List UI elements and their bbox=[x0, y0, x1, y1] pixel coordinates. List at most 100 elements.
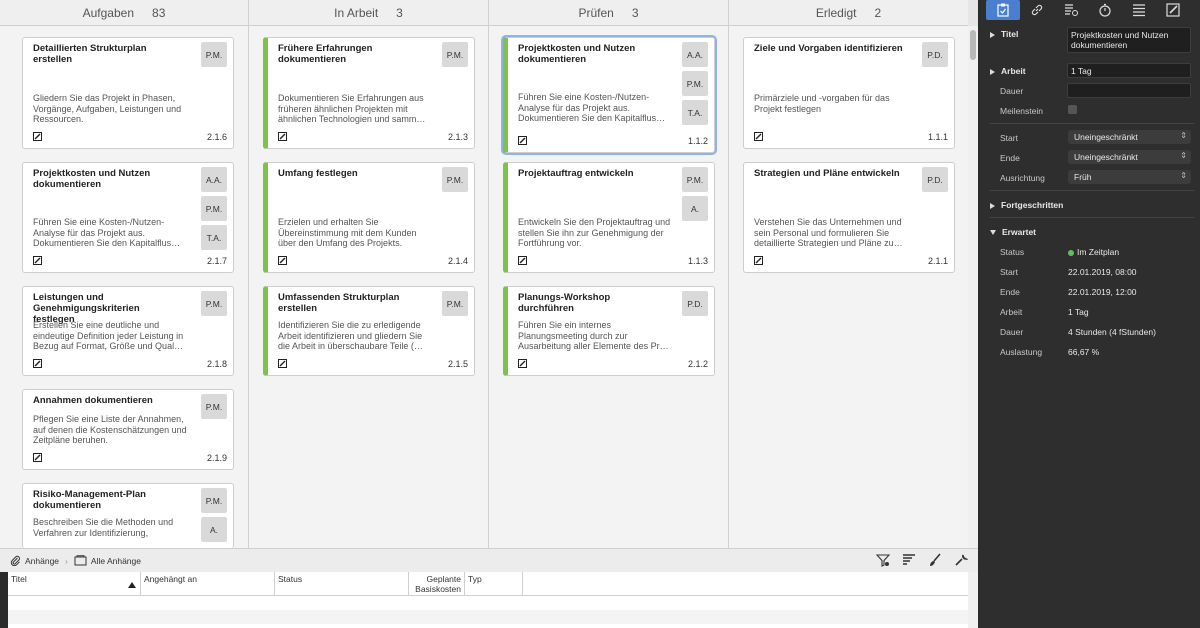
sort-icon[interactable] bbox=[902, 553, 916, 567]
note-icon[interactable] bbox=[278, 132, 287, 141]
column-header-in-arbeit[interactable]: In Arbeit 3 bbox=[249, 0, 488, 26]
table-header-status[interactable]: Status bbox=[275, 572, 409, 596]
header-label: Typ bbox=[468, 574, 482, 584]
resource-badge: P.M. bbox=[201, 196, 227, 221]
resource-badge: P.M. bbox=[682, 71, 708, 96]
task-card[interactable]: Umfassenden Strukturplan erstellen P.M. … bbox=[263, 286, 475, 376]
task-card[interactable]: Projektkosten und Nutzen dokumentieren A… bbox=[22, 162, 234, 273]
task-card[interactable]: Frühere Erfahrungen dokumentieren P.M. D… bbox=[263, 37, 475, 149]
header-label: Geplante Basiskosten bbox=[415, 574, 461, 594]
card-description: Verstehen Sie das Unternehmen und sein P… bbox=[754, 217, 903, 249]
milestone-label: Meilenstein bbox=[1000, 106, 1043, 116]
table-header-titel[interactable]: Titel bbox=[8, 572, 141, 596]
task-card[interactable]: Umfang festlegen P.M. Erzielen und erhal… bbox=[263, 162, 475, 273]
end-constraint-select[interactable]: Uneingeschränkt ⇕ bbox=[1068, 150, 1191, 164]
task-card[interactable]: Planungs-Workshop durchführen P.D. Führe… bbox=[503, 286, 715, 376]
task-card-selected[interactable]: Projektkosten und Nutzen dokumentieren A… bbox=[503, 37, 715, 153]
header-label: Angehängt an bbox=[144, 574, 197, 584]
resource-badge: A. bbox=[201, 517, 227, 542]
column-header-aufgaben[interactable]: Aufgaben 83 bbox=[0, 0, 248, 26]
resource-badge: P.M. bbox=[442, 167, 468, 192]
breadcrumb-attachments[interactable]: Anhänge bbox=[25, 556, 59, 566]
resource-badge: T.A. bbox=[201, 225, 227, 250]
card-description: Erzielen und erhalten Sie Übereinstimmun… bbox=[278, 217, 417, 249]
wbs-number: 1.1.3 bbox=[687, 256, 708, 266]
attachments-toolbar bbox=[876, 553, 968, 567]
alignment-select[interactable]: Früh ⇕ bbox=[1068, 170, 1191, 184]
duration-field[interactable] bbox=[1067, 83, 1191, 98]
note-icon[interactable] bbox=[33, 359, 42, 368]
section-titel[interactable]: Titel bbox=[990, 29, 1018, 39]
note-icon[interactable] bbox=[518, 359, 527, 368]
note-icon[interactable] bbox=[518, 256, 527, 265]
filter-icon[interactable] bbox=[876, 553, 890, 567]
note-icon[interactable] bbox=[278, 359, 287, 368]
wbs-number: 2.1.2 bbox=[687, 359, 708, 369]
card-description: Beschreiben Sie die Methoden und Verfahr… bbox=[33, 517, 174, 538]
brush-icon[interactable] bbox=[928, 553, 942, 567]
wbs-number: 2.1.3 bbox=[447, 132, 468, 142]
note-icon[interactable] bbox=[754, 132, 763, 141]
task-card[interactable]: Risiko-Management-Plan dokumentieren P.M… bbox=[22, 483, 234, 548]
resource-badge: P.D. bbox=[922, 167, 948, 192]
task-card[interactable]: Ziele und Vorgaben identifizieren P.D. P… bbox=[743, 37, 955, 149]
header-label: Titel bbox=[11, 574, 27, 584]
task-card[interactable]: Leistungen und Genehmigungskriterien fes… bbox=[22, 286, 234, 376]
task-card[interactable]: Detaillierten Strukturplan erstellen P.M… bbox=[22, 37, 234, 149]
resource-badge: P.D. bbox=[682, 291, 708, 316]
column-count: 83 bbox=[152, 5, 166, 20]
card-title: Projektkosten und Nutzen dokumentieren bbox=[518, 43, 636, 65]
select-value: Uneingeschränkt bbox=[1074, 132, 1138, 142]
milestone-checkbox[interactable] bbox=[1068, 105, 1077, 114]
link-inspector-tab[interactable] bbox=[1020, 0, 1054, 20]
table-row[interactable] bbox=[8, 596, 968, 610]
clipboard-check-icon bbox=[997, 3, 1009, 17]
title-field[interactable]: Projektkosten und Nutzen dokumentieren bbox=[1067, 27, 1191, 53]
work-field[interactable]: 1 Tag bbox=[1067, 63, 1191, 78]
divider bbox=[990, 217, 1194, 218]
table-header-empty bbox=[523, 572, 968, 596]
table-scrollbar[interactable] bbox=[968, 572, 978, 628]
column-header-pruefen[interactable]: Prüfen 3 bbox=[489, 0, 728, 26]
table-row[interactable] bbox=[8, 610, 968, 624]
expected-work-value: 1 Tag bbox=[1068, 307, 1089, 317]
attachments-bar: Anhänge › Alle Anhänge bbox=[0, 548, 978, 572]
column-header-erledigt[interactable]: Erledigt 2 bbox=[729, 0, 968, 26]
section-arbeit[interactable]: Arbeit bbox=[990, 66, 1026, 76]
kanban-board: Aufgaben 83 In Arbeit 3 Prüfen 3 Erledigt 2 … bbox=[0, 0, 978, 548]
table-header-geplante-basiskosten[interactable]: Geplante Basiskosten bbox=[409, 572, 465, 596]
task-card[interactable]: Projektauftrag entwickeln P.M. A. Entwic… bbox=[503, 162, 715, 273]
tracking-inspector-tab[interactable] bbox=[1088, 0, 1122, 20]
end-label: Ende bbox=[1000, 153, 1020, 163]
column-count: 2 bbox=[874, 5, 882, 20]
resource-inspector-tab[interactable] bbox=[1054, 0, 1088, 20]
note-icon[interactable] bbox=[33, 453, 42, 462]
card-title: Planungs-Workshop durchführen bbox=[518, 292, 611, 314]
wbs-number: 2.1.4 bbox=[447, 256, 468, 266]
table-header-typ[interactable]: Typ bbox=[465, 572, 523, 596]
breadcrumb-all-attachments[interactable]: Alle Anhänge bbox=[91, 556, 141, 566]
resource-badge: A. bbox=[682, 196, 708, 221]
task-inspector-tab[interactable] bbox=[986, 0, 1020, 20]
start-constraint-select[interactable]: Uneingeschränkt ⇕ bbox=[1068, 130, 1191, 144]
structure-inspector-tab[interactable] bbox=[1122, 0, 1156, 20]
task-card[interactable]: Annahmen dokumentieren P.M. Pflegen Sie … bbox=[22, 389, 234, 470]
card-description: Entwickeln Sie den Projektauftrag und st… bbox=[518, 217, 671, 249]
note-icon[interactable] bbox=[33, 132, 42, 141]
column-count: 3 bbox=[396, 5, 403, 20]
card-title: Ziele und Vorgaben identifizieren bbox=[754, 43, 903, 54]
scrollbar-thumb[interactable] bbox=[970, 30, 976, 60]
section-fortgeschritten[interactable]: Fortgeschritten bbox=[990, 200, 1063, 210]
note-icon[interactable] bbox=[278, 256, 287, 265]
attachments-table: Titel Angehängt an Status Geplante Basis… bbox=[8, 572, 968, 628]
note-icon[interactable] bbox=[754, 256, 763, 265]
board-scrollbar[interactable] bbox=[968, 26, 978, 548]
note-icon[interactable] bbox=[33, 256, 42, 265]
table-header-angehaengt-an[interactable]: Angehängt an bbox=[141, 572, 275, 596]
section-erwartet[interactable]: Erwartet bbox=[990, 227, 1036, 237]
card-description: Führen Sie eine Kosten-/Nutzen-Analyse f… bbox=[518, 92, 666, 124]
task-card[interactable]: Strategien und Pläne entwickeln P.D. Ver… bbox=[743, 162, 955, 273]
notes-inspector-tab[interactable] bbox=[1156, 0, 1190, 20]
note-icon[interactable] bbox=[518, 136, 527, 145]
wrench-icon[interactable] bbox=[954, 553, 968, 567]
